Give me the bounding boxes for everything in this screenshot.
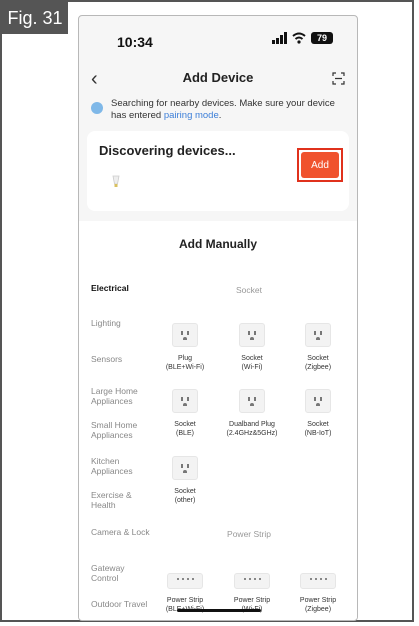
add-manually-panel: Add Manually Electrical Lighting Sensors… — [79, 221, 357, 620]
add-manually-title: Add Manually — [178, 237, 257, 251]
category-electrical[interactable]: Electrical — [91, 283, 151, 293]
add-highlight-box: Add — [297, 148, 343, 182]
power-strip-icon — [300, 573, 336, 589]
figure-label: Fig. 31 — [2, 2, 68, 34]
signal-icon — [272, 32, 287, 44]
device-tile-plug-ble-wifi[interactable]: Plug (BLE+Wi-Fi) — [150, 323, 220, 372]
category-lighting[interactable]: Lighting — [91, 318, 151, 328]
category-outdoor-travel[interactable]: Outdoor Travel — [91, 599, 151, 609]
searching-icon — [91, 102, 103, 114]
home-indicator[interactable] — [177, 609, 261, 612]
discovering-title: Discovering devices... — [99, 143, 236, 158]
tile-protocol: (2.4GHz&5GHz) — [226, 430, 278, 437]
battery-icon: 79 — [311, 32, 333, 44]
device-tile-socket-ble[interactable]: Socket (BLE) — [150, 389, 220, 438]
category-exercise-health[interactable]: Exercise & Health — [91, 490, 151, 510]
figure-frame: Fig. 31 10:34 79 ‹ Add Device Searching … — [0, 0, 414, 622]
tile-name: Socket — [174, 421, 196, 428]
pairing-mode-link[interactable]: pairing mode — [164, 110, 219, 121]
category-kitchen-appliances[interactable]: Kitchen Appliances — [91, 456, 151, 476]
wifi-icon — [292, 32, 306, 44]
notice-text: Searching for nearby devices. Make sure … — [111, 98, 335, 121]
tile-protocol: (BLE+Wi-Fi) — [165, 364, 205, 371]
scan-icon[interactable] — [332, 72, 345, 85]
page-title: Add Device — [182, 70, 254, 85]
tile-protocol: (Zigbee) — [304, 606, 332, 613]
socket-icon — [305, 323, 331, 347]
device-tile-power-strip-zigbee[interactable]: Power Strip (Zigbee) — [283, 573, 353, 614]
socket-icon — [239, 323, 265, 347]
status-bar: 10:34 79 — [79, 16, 357, 60]
device-tile-power-strip-ble-wifi[interactable]: Power Strip(BLE+Wi-Fi) — [150, 573, 220, 614]
discovering-card: Discovering devices... Add — [87, 131, 349, 211]
status-icons: 79 — [272, 32, 333, 44]
section-socket: Socket — [236, 285, 262, 295]
device-tile-socket-nb-iot[interactable]: Socket (NB-IoT) — [283, 389, 353, 438]
category-gateway-control[interactable]: Gateway Control — [91, 563, 151, 583]
power-strip-icon — [167, 573, 203, 589]
tile-name: Socket — [307, 421, 329, 428]
status-time: 10:34 — [117, 34, 153, 50]
tile-protocol: (NB-IoT) — [304, 430, 332, 437]
phone-screen: 10:34 79 ‹ Add Device Searching for near… — [78, 15, 358, 621]
device-tile-socket-other[interactable]: Socket (other) — [150, 456, 220, 505]
tile-protocol: (other) — [174, 497, 196, 504]
device-tile-dualband-plug[interactable]: Dualband Plug (2.4GHz&5GHz) — [217, 389, 287, 438]
category-sensors[interactable]: Sensors — [91, 354, 151, 364]
section-power-strip: Power Strip — [227, 529, 271, 539]
search-notice: Searching for nearby devices. Make sure … — [91, 98, 345, 122]
nav-bar: ‹ Add Device — [79, 68, 357, 90]
socket-icon — [172, 323, 198, 347]
category-camera-lock[interactable]: Camera & Lock — [91, 527, 151, 537]
tile-protocol: (BLE) — [176, 430, 194, 437]
add-button[interactable]: Add — [301, 152, 339, 178]
device-tile-socket-zigbee[interactable]: Socket (Zigbee) — [283, 323, 353, 372]
tile-name: Power Strip — [166, 597, 204, 604]
tile-name: Socket — [307, 355, 329, 362]
tile-name: Power Strip — [299, 597, 337, 604]
socket-icon — [172, 389, 198, 413]
tile-name: Power Strip — [233, 597, 271, 604]
tile-name: Socket — [241, 355, 263, 362]
notice-suffix: . — [218, 110, 222, 121]
tile-name: Plug — [177, 355, 192, 362]
device-tile-socket-wifi[interactable]: Socket (Wi-Fi) — [217, 323, 287, 372]
power-strip-icon — [234, 573, 270, 589]
category-large-home-appliances[interactable]: Large Home Appliances — [91, 386, 151, 406]
category-small-home-appliances[interactable]: Small Home Appliances — [91, 420, 151, 440]
tile-name: Socket — [174, 488, 196, 495]
tile-name: Dualband Plug — [229, 421, 275, 428]
tile-protocol: (Wi-Fi) — [241, 364, 263, 371]
socket-icon — [239, 389, 265, 413]
device-tile-power-strip-wifi[interactable]: Power Strip(Wi-Fi) — [217, 573, 287, 614]
socket-icon — [172, 456, 198, 480]
bulb-icon — [112, 175, 120, 187]
tile-protocol: (Zigbee) — [304, 364, 332, 371]
socket-icon — [305, 389, 331, 413]
